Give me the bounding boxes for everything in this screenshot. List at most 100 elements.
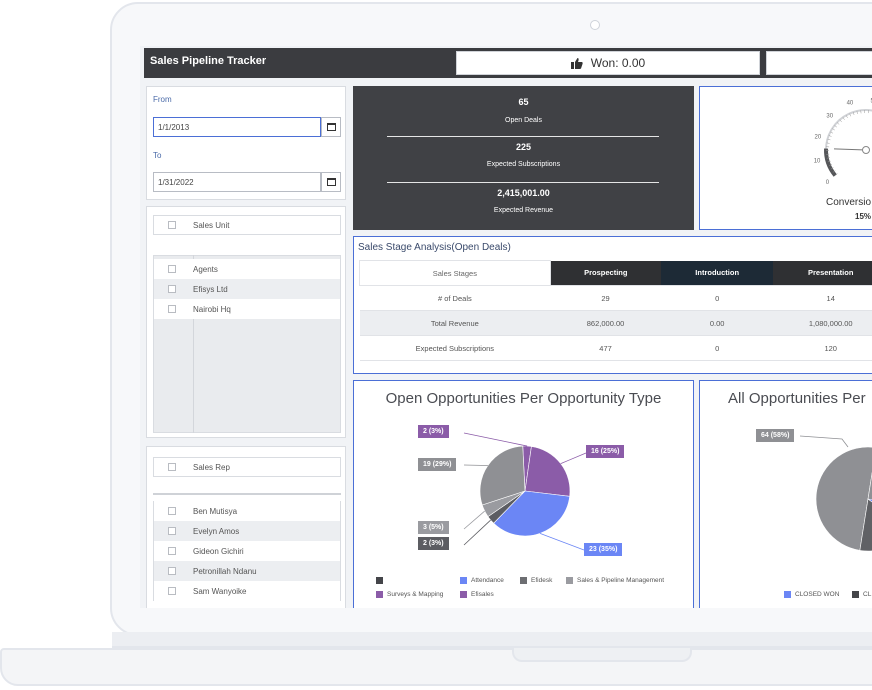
list-item[interactable]: Ben Mutisya	[153, 501, 341, 521]
checkbox[interactable]	[168, 507, 176, 515]
legend-item[interactable]: Efisales	[460, 591, 494, 598]
list-item[interactable]: Petronillah Ndanu	[153, 561, 341, 581]
sales-unit-header-label: Sales Unit	[193, 220, 230, 230]
divider	[387, 136, 659, 137]
pie-slice	[524, 446, 571, 497]
table-cell: 120	[773, 335, 872, 361]
list-item[interactable]: Sam Wanyoike	[153, 581, 341, 601]
legend-item[interactable]: Attendance	[460, 577, 504, 584]
gauge-hub	[862, 146, 870, 154]
checkbox[interactable]	[168, 265, 176, 273]
table-cell: # of Deals	[359, 285, 551, 311]
column-header[interactable]: Introduction	[660, 260, 774, 286]
legend-swatch	[376, 591, 383, 598]
conversion-gauge-panel: 01020304050 Conversio 15%	[699, 86, 872, 230]
kpi-panel: 65 Open Deals 225 Expected Subscriptions…	[353, 86, 694, 230]
checkbox[interactable]	[168, 285, 176, 293]
sales-unit-header: Sales Unit	[153, 215, 341, 235]
top-bar: Sales Pipeline Tracker Won: 0.00	[144, 48, 872, 78]
laptop-notch	[512, 648, 692, 662]
list-item-label: Evelyn Amos	[193, 526, 240, 536]
from-label: From	[153, 95, 172, 104]
open-deals-value: 65	[518, 97, 529, 107]
table-cell: 0	[660, 335, 774, 361]
calendar-icon	[326, 123, 336, 131]
list-item-label: Agents	[193, 264, 218, 274]
legend-label: Sales & Pipeline Management	[577, 577, 665, 584]
to-date-input[interactable]: 1/31/2022	[153, 172, 321, 192]
data-label: 3 (5%)	[418, 521, 449, 534]
laptop-mockup: Sales Pipeline Tracker Won: 0.00 From 1/…	[0, 0, 872, 690]
checkbox[interactable]	[168, 587, 176, 595]
gauge-tick-label: 30	[826, 114, 833, 120]
camera-icon	[590, 20, 600, 30]
revenue-value: 2,415,001.00	[497, 188, 550, 198]
legend-label: Attendance	[471, 577, 504, 584]
list-item[interactable]: Agents	[153, 259, 341, 279]
subscriptions-value: 225	[515, 142, 532, 152]
list-item-label: Ben Mutisya	[193, 506, 238, 516]
legend-item[interactable]: Surveys & Mapping	[376, 591, 443, 598]
sales-unit-panel: Sales Unit Agents Efisys Ltd Nairobi Hq	[146, 206, 346, 438]
table-cell: 14	[773, 285, 872, 311]
all-opportunities-pie	[799, 435, 872, 552]
app-title: Sales Pipeline Tracker	[150, 55, 267, 67]
legend-item[interactable]	[376, 577, 387, 584]
column-header[interactable]: Prospecting	[550, 260, 661, 286]
leader-line	[799, 435, 849, 448]
column-header[interactable]: Presentation	[773, 260, 872, 286]
to-calendar-button[interactable]	[321, 172, 341, 192]
legend-item[interactable]: Efidesk	[520, 577, 552, 584]
legend-swatch	[852, 591, 859, 598]
table-cell: 477	[550, 335, 661, 361]
sales-rep-header-label: Sales Rep	[193, 462, 230, 472]
sales-stage-panel: Sales Stage Analysis(Open Deals) Sales S…	[353, 236, 872, 374]
sales-rep-header: Sales Rep	[153, 457, 341, 477]
table-cell: 862,000.00	[550, 310, 661, 336]
from-date-input[interactable]: 1/1/2013	[153, 117, 321, 137]
legend-swatch	[376, 577, 383, 584]
gauge-tick-label: 40	[847, 101, 854, 107]
laptop-hinge	[112, 632, 872, 648]
open-opportunities-chart-panel: Open Opportunities Per Opportunity Type …	[353, 380, 694, 608]
gauge-tick-label: 0	[826, 180, 830, 186]
list-item[interactable]: Evelyn Amos	[153, 521, 341, 541]
legend-item[interactable]: CLOSED WON	[784, 591, 839, 598]
table-cell: Total Revenue	[359, 310, 551, 336]
list-item[interactable]: Gideon Gichiri	[153, 541, 341, 561]
all-opportunities-chart-panel: All Opportunities Per 64 (58%) CLOSED WO…	[699, 380, 872, 608]
list-item-label: Gideon Gichiri	[193, 546, 244, 556]
legend-item[interactable]: Sales & Pipeline Management	[566, 577, 664, 584]
checkbox[interactable]	[168, 527, 176, 535]
laptop-base	[0, 648, 872, 686]
checkbox[interactable]	[168, 567, 176, 575]
won-value: Won: 0.00	[590, 56, 646, 70]
sales-rep-panel: Sales Rep Ben Mutisya Evelyn Amos Gideon…	[146, 446, 346, 608]
list-item[interactable]: Efisys Ltd	[153, 279, 341, 299]
checkbox[interactable]	[168, 305, 176, 313]
table-cell: 1,080,000.00	[773, 310, 872, 336]
leader-line	[539, 533, 585, 551]
data-label: 23 (35%)	[584, 543, 623, 556]
table-cell: Expected Subscriptions	[359, 335, 551, 361]
select-all-checkbox[interactable]	[168, 221, 176, 229]
legend-label: CL	[863, 591, 872, 598]
checkbox[interactable]	[168, 547, 176, 555]
table-row: Expected Subscriptions 477 0 120	[359, 335, 872, 361]
leader-line	[463, 519, 491, 546]
table-cell: 29	[550, 285, 661, 311]
legend-label: CLOSED WON	[795, 591, 840, 598]
list-item-label: Efisys Ltd	[193, 284, 228, 294]
list-item[interactable]: Nairobi Hq	[153, 299, 341, 319]
won-summary: Won: 0.00	[456, 51, 760, 75]
leader-line	[560, 452, 587, 464]
leader-line	[463, 510, 485, 530]
summary-box	[766, 51, 872, 75]
table-row: Total Revenue 862,000.00 0.00 1,080,000.…	[359, 310, 872, 336]
select-all-checkbox[interactable]	[168, 463, 176, 471]
from-calendar-button[interactable]	[321, 117, 341, 137]
subscriptions-label: Expected Subscriptions	[486, 161, 561, 168]
open-opportunities-pie	[463, 432, 587, 551]
legend-item[interactable]: CL	[852, 591, 871, 598]
gauge-tick-label: 10	[814, 158, 821, 164]
